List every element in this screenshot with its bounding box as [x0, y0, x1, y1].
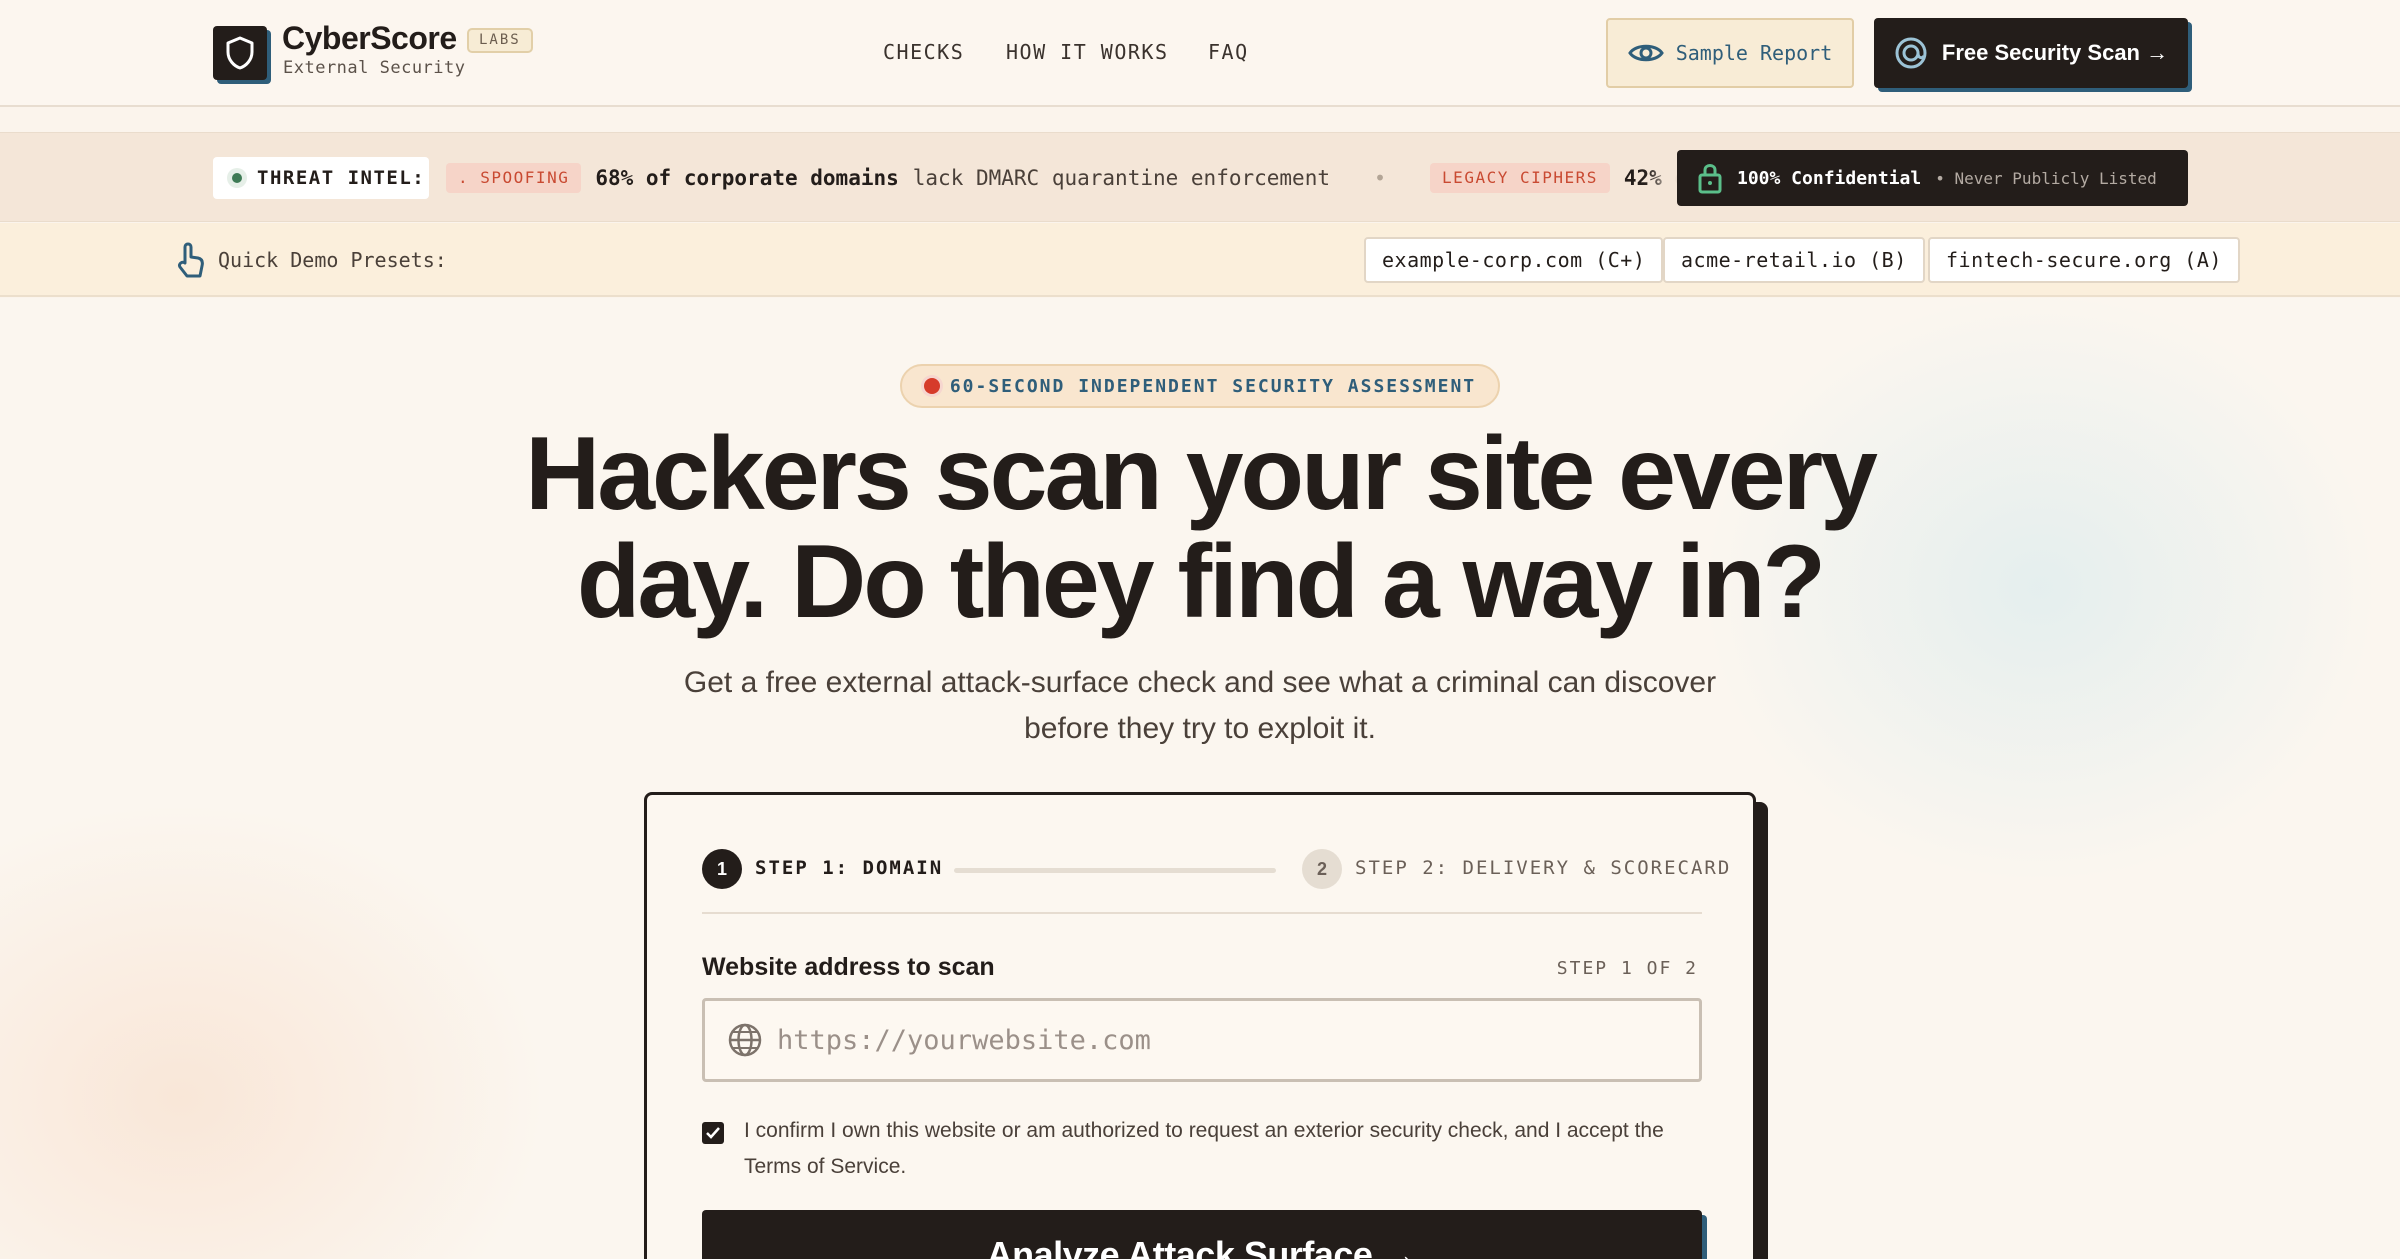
step-1-label: STEP 1: DOMAIN — [755, 857, 944, 879]
preset-chip-acme-retail[interactable]: acme-retail.io (B) — [1663, 237, 1925, 283]
threat-intel-ticker: . SPOOFING 68% of corporate domains lack… — [0, 132, 2400, 222]
hero-headline: Hackers scan your site every day. Do the… — [400, 420, 2000, 636]
threat-intel-label: THREAT INTEL: — [213, 157, 429, 199]
globe-icon — [728, 1023, 762, 1057]
ticker-stat: 68% of corporate domains — [595, 166, 899, 190]
preset-chip-example-corp[interactable]: example-corp.com (C+) — [1364, 237, 1664, 283]
confidential-label: 100% Confidential — [1737, 167, 1922, 189]
confidential-sub: • Never Publicly Listed — [1935, 168, 2157, 188]
step-counter: STEP 1 OF 2 — [1556, 958, 1698, 979]
url-input[interactable] — [777, 1024, 1699, 1056]
card-divider — [702, 912, 1702, 914]
hero-headline-line-2: day. Do they find a way in? — [576, 524, 1826, 640]
preset-chip-fintech-secure[interactable]: fintech-secure.org (A) — [1928, 237, 2240, 283]
scan-form-card: 1 STEP 1: DOMAIN 2 STEP 2: DELIVERY & SC… — [644, 792, 1756, 1259]
url-field-label: Website address to scan — [702, 953, 995, 981]
ticker-text: lack DMARC quarantine enforcement — [912, 166, 1330, 190]
consent-checkbox[interactable] — [702, 1122, 724, 1144]
step-1-indicator: 1 — [702, 849, 742, 889]
analyze-attack-surface-button[interactable]: Analyze Attack Surface → — [702, 1210, 1702, 1259]
presets-label: Quick Demo Presets: — [176, 241, 447, 279]
url-input-wrapper — [702, 998, 1702, 1082]
radar-icon — [1895, 37, 1927, 69]
ticker-tag-spoofing: . SPOOFING — [446, 163, 582, 193]
quick-demo-presets-bar: Quick Demo Presets: example-corp.com (C+… — [0, 223, 2400, 297]
hero-headline-line-1: Hackers scan your site every — [525, 416, 1878, 532]
ticker-separator: • — [1374, 166, 1387, 190]
brand-tagline: External Security — [283, 58, 466, 78]
labs-badge: LABS — [467, 28, 533, 53]
shield-icon — [226, 36, 254, 70]
eye-icon — [1627, 44, 1664, 62]
nav-checks[interactable]: CHECKS — [883, 40, 964, 64]
free-security-scan-button[interactable]: Free Security Scan → — [1874, 18, 2188, 88]
hero-subhead: Get a free external attack-surface check… — [600, 660, 1800, 752]
consent-text: I confirm I own this website or am autho… — [744, 1119, 1664, 1178]
hero-kicker: 60-SECOND INDEPENDENT SECURITY ASSESSMEN… — [900, 364, 1500, 408]
nav-how-it-works[interactable]: HOW IT WORKS — [1006, 40, 1169, 64]
live-indicator-dot — [923, 378, 940, 394]
ticker-tag-legacy-ciphers: LEGACY CIPHERS — [1430, 163, 1610, 193]
presets-label-text: Quick Demo Presets: — [218, 248, 447, 272]
site-header: CyberScore LABS External Security CHECKS… — [0, 0, 2400, 107]
live-status-dot — [227, 168, 247, 188]
confidential-badge: 100% Confidential • Never Publicly Liste… — [1677, 150, 2188, 206]
step-progress-line — [954, 868, 1276, 873]
step-2-label: STEP 2: DELIVERY & SCORECARD — [1355, 857, 1732, 879]
brand-logo[interactable] — [213, 26, 267, 80]
sample-report-button[interactable]: Sample Report — [1606, 18, 1854, 88]
ticker-track: . SPOOFING 68% of corporate domains lack… — [446, 157, 1700, 199]
hero-subhead-line-2: before they try to exploit it. — [1024, 712, 1376, 745]
brand-name[interactable]: CyberScore — [282, 20, 457, 57]
sample-report-label: Sample Report — [1675, 41, 1833, 65]
free-security-scan-label: Free Security Scan → — [1941, 40, 2169, 65]
lock-icon — [1698, 164, 1722, 194]
hero-subhead-line-1: Get a free external attack-surface check… — [683, 666, 1717, 699]
hero-kicker-text: 60-SECOND INDEPENDENT SECURITY ASSESSMEN… — [949, 375, 1477, 397]
nav-faq[interactable]: FAQ — [1208, 40, 1249, 64]
pointer-hand-icon — [178, 242, 204, 278]
checkmark-icon — [706, 1127, 720, 1139]
threat-intel-text: THREAT INTEL: — [257, 167, 426, 189]
step-2-indicator: 2 — [1302, 849, 1342, 889]
